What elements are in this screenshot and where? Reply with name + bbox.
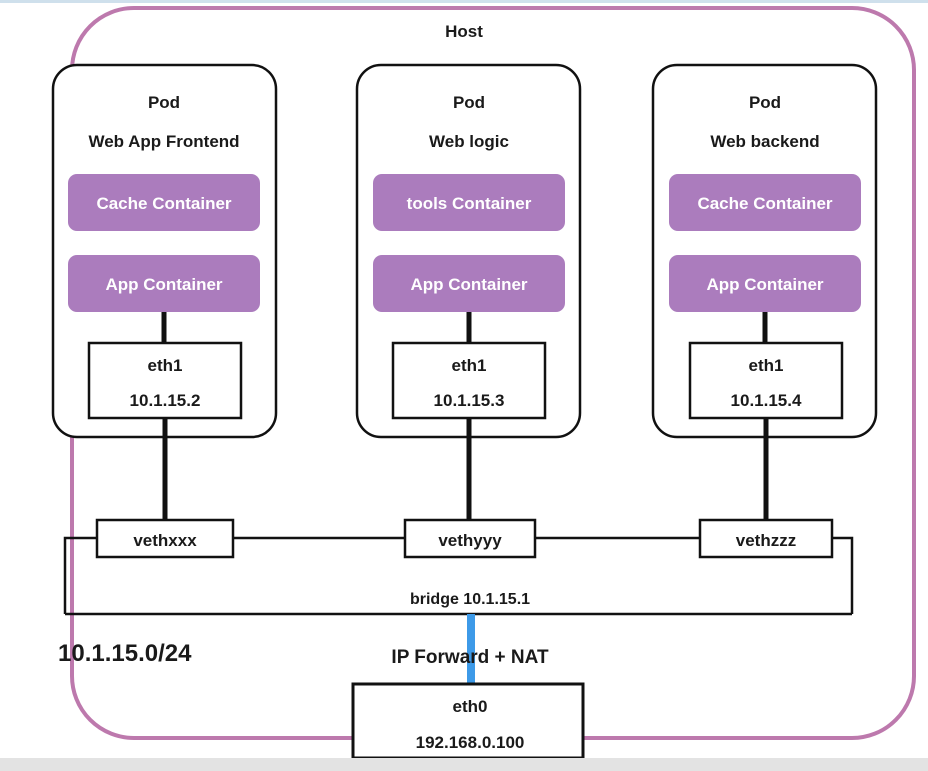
container-label: App Container (105, 275, 222, 294)
uplink-interface-ip: 192.168.0.100 (416, 733, 525, 752)
veth-endpoint-vethxxx: vethxxx (95, 518, 235, 559)
veth-endpoint-vethyyy: vethyyy (403, 518, 537, 559)
pod-title: Pod (148, 93, 180, 112)
veth-label: vethzzz (736, 531, 796, 550)
pod-interface-name: eth1 (749, 356, 784, 375)
uplink-interface-name: eth0 (453, 697, 488, 716)
top-strip (0, 0, 928, 3)
pod-subtitle: Web logic (429, 132, 509, 151)
pod-web-app-frontend: Pod Web App Frontend Cache Container App… (51, 63, 278, 522)
veth-label: vethyyy (438, 531, 502, 550)
pod-web-logic: Pod Web logic tools Container App Contai… (355, 63, 582, 522)
container-label: App Container (410, 275, 527, 294)
pod-interface-ip: 10.1.15.4 (731, 391, 802, 410)
veth-label: vethxxx (133, 531, 197, 550)
pod-subtitle: Web App Frontend (88, 132, 239, 151)
host-title: Host (445, 22, 483, 41)
pod-interface-name: eth1 (148, 356, 183, 375)
bridge-label: bridge 10.1.15.1 (410, 591, 530, 608)
diagram-canvas: Host Pod Web App Frontend Cache Containe… (0, 0, 928, 771)
nat-label: IP Forward + NAT (391, 647, 549, 668)
container-label: tools Container (407, 194, 532, 213)
bridge-bus-left-wrap (63, 536, 97, 614)
subnet-label: 10.1.15.0/24 (58, 640, 192, 667)
bottom-strip (0, 758, 928, 771)
pod-interface-ip: 10.1.15.3 (434, 391, 505, 410)
container-label: App Container (706, 275, 823, 294)
container-label: Cache Container (96, 194, 231, 213)
pod-title: Pod (749, 93, 781, 112)
container-label: Cache Container (697, 194, 832, 213)
bridge-bus-right-wrap (832, 536, 854, 614)
pod-interface-ip: 10.1.15.2 (130, 391, 201, 410)
pod-web-backend: Pod Web backend Cache Container App Cont… (651, 63, 878, 522)
veth-endpoint-vethzzz: vethzzz (698, 518, 834, 559)
pod-interface-name: eth1 (452, 356, 487, 375)
pod-title: Pod (453, 93, 485, 112)
network-diagram-svg: Host Pod Web App Frontend Cache Containe… (51, 6, 916, 760)
pod-subtitle: Web backend (710, 132, 819, 151)
